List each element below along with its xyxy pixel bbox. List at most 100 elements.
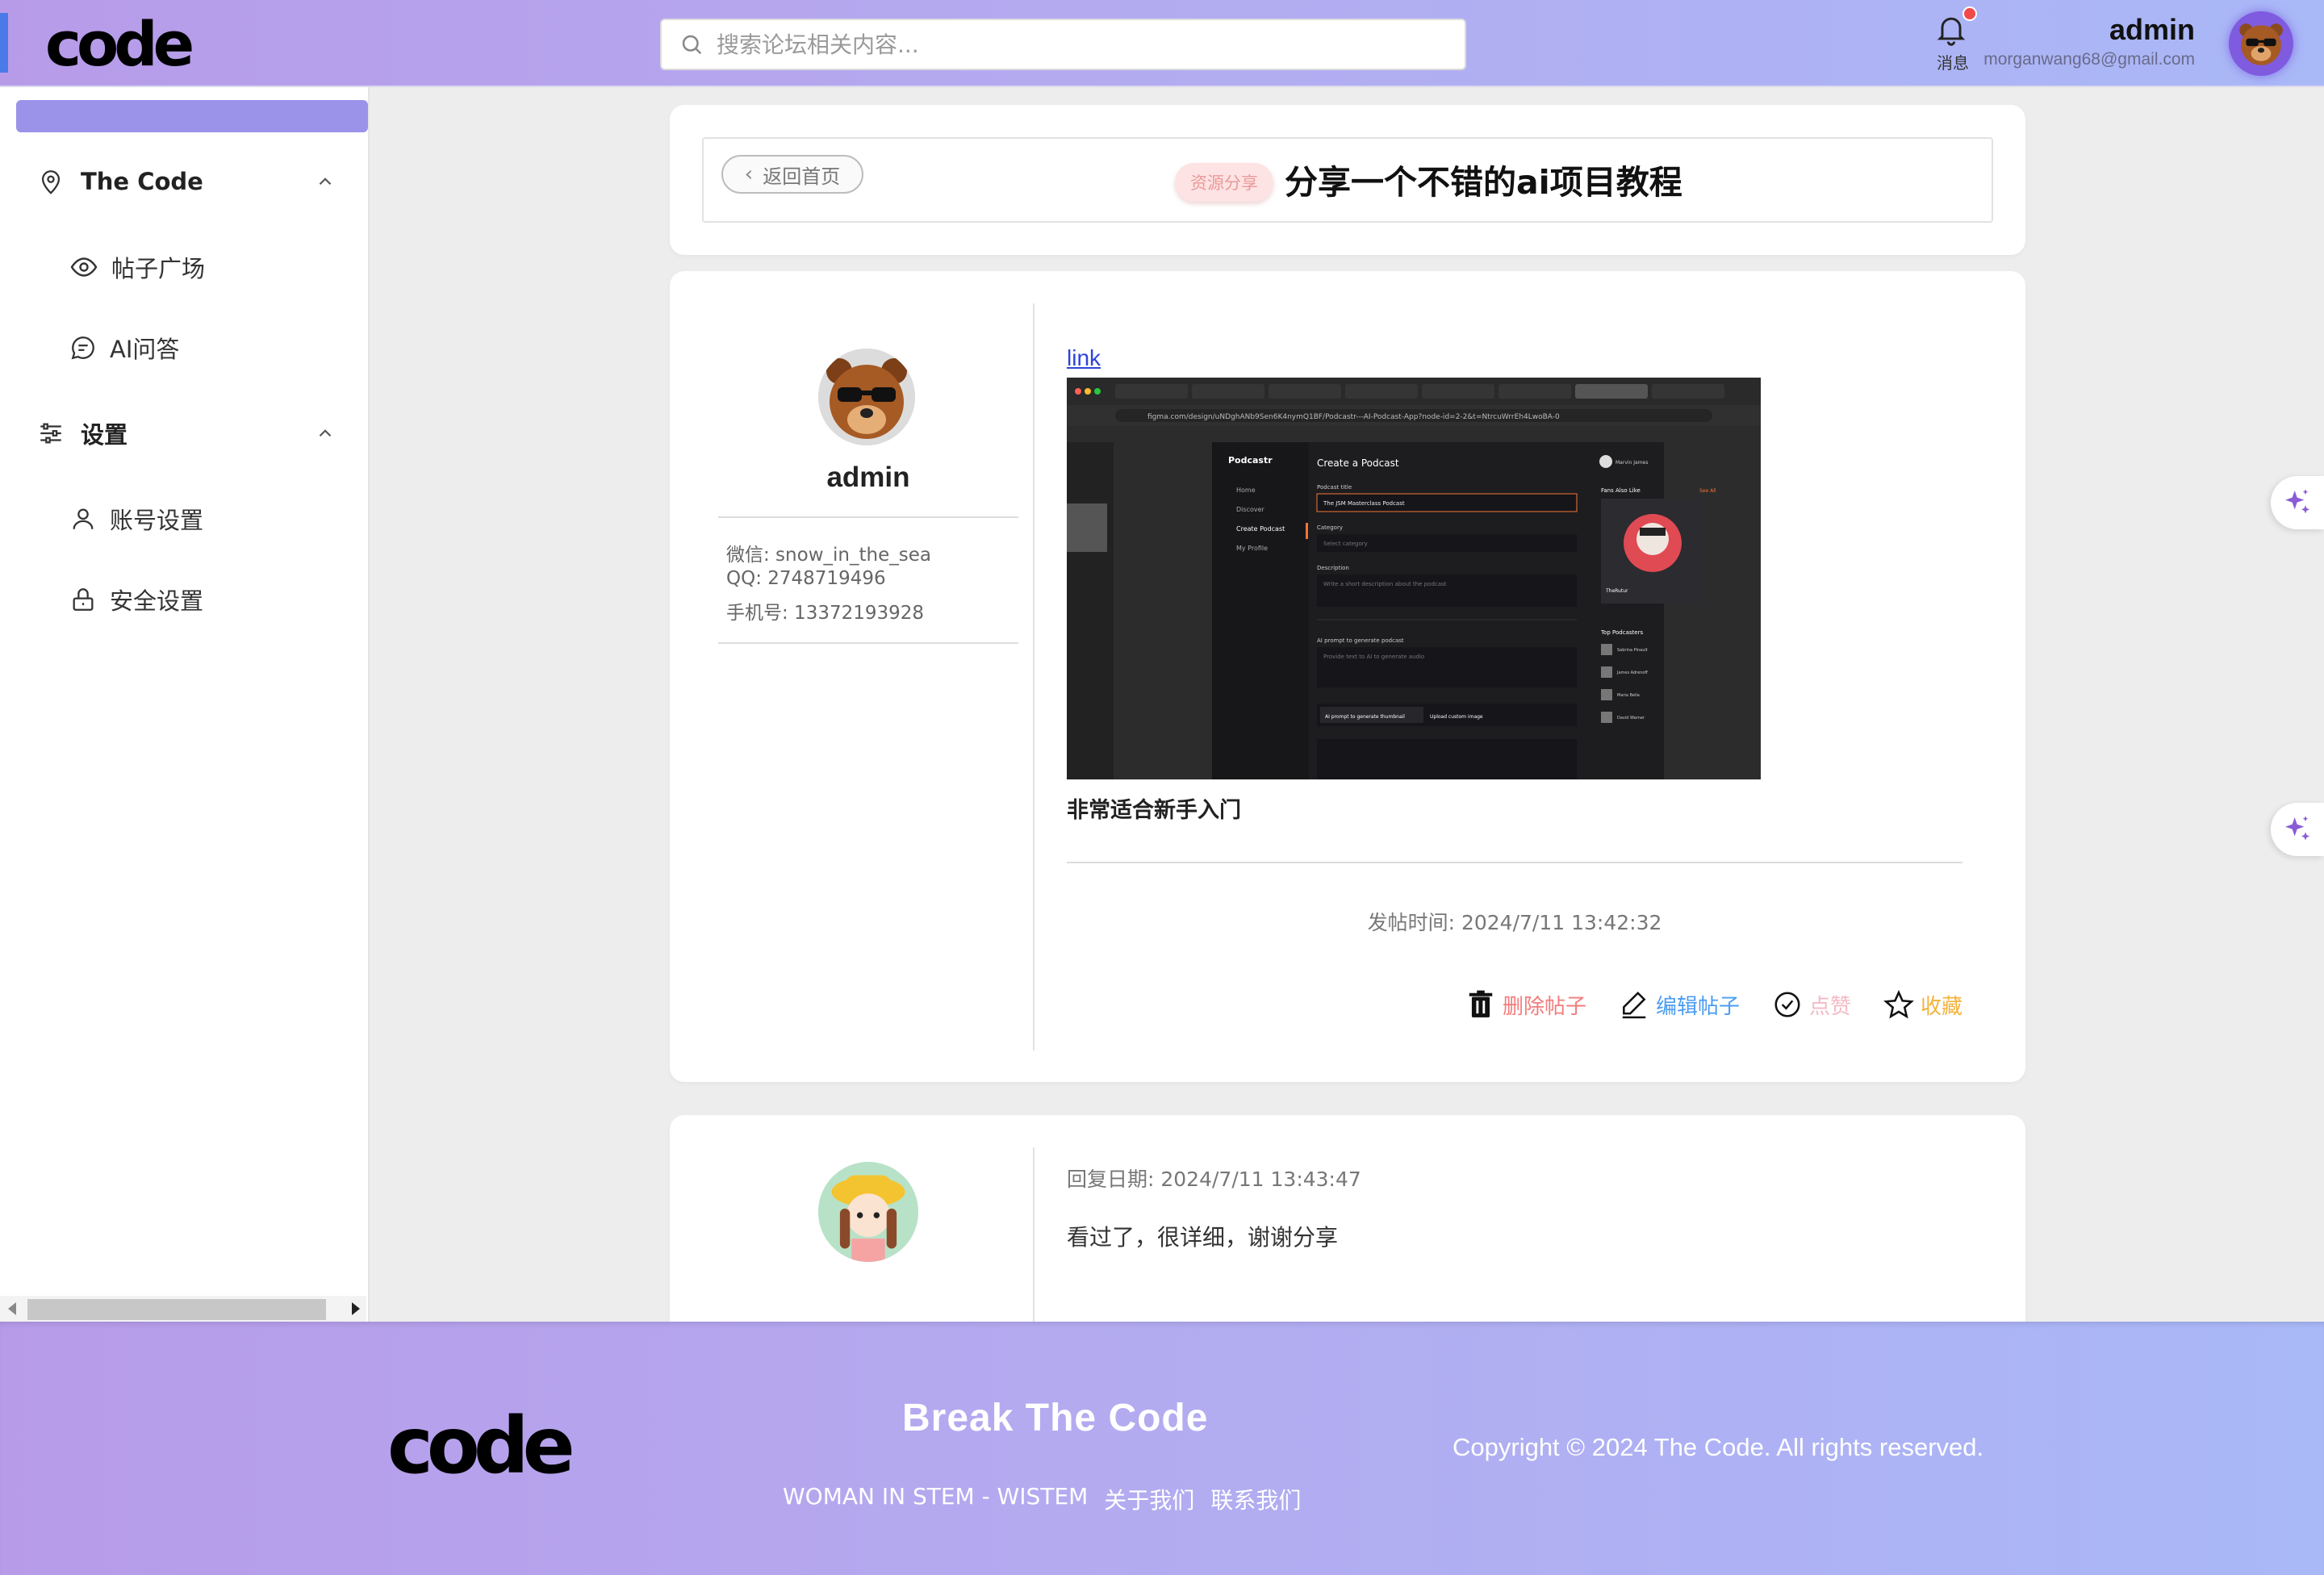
author-qq: QQ: 2748719496 xyxy=(726,568,886,589)
post-column-divider xyxy=(1033,303,1035,1051)
header-user-name[interactable]: admin xyxy=(2109,13,2195,47)
star-icon xyxy=(1883,989,1914,1019)
location-pin-icon xyxy=(41,170,61,194)
post-category-tag[interactable]: 资源分享 xyxy=(1175,163,1273,202)
search-input[interactable] xyxy=(717,31,1427,58)
post-title: 分享一个不错的ai项目教程 xyxy=(1285,163,1682,202)
favorite-button[interactable]: 收藏 xyxy=(1883,989,1962,1020)
screenshot-nav-item: Create Podcast xyxy=(1236,525,1285,533)
ai-assistant-float-button[interactable] xyxy=(2271,476,2324,529)
footer-copyright: Copyright © 2024 The Code. All rights re… xyxy=(1452,1433,1984,1461)
delete-post-label: 删除帖子 xyxy=(1502,994,1586,1019)
sidebar-top-bar xyxy=(16,100,368,132)
sidebar: The Code 帖子广场 AI问答 设置 账号设置 安全设置 xyxy=(0,87,370,1322)
chevron-up-icon[interactable] xyxy=(315,171,336,192)
post-time: 发帖时间: 2024/7/11 13:42:32 xyxy=(1367,911,1662,934)
footer-link-wistem[interactable]: WOMAN IN STEM - WISTEM xyxy=(783,1483,1088,1515)
post-image[interactable]: figma.com/design/uNDghANb9Sen6K4nymQ1BF/… xyxy=(1067,378,1761,779)
footer: code Break The Code WOMAN IN STEM - WIST… xyxy=(0,1322,2324,1575)
screenshot-panel-title: Create a Podcast xyxy=(1317,457,1399,469)
pencil-icon xyxy=(1622,991,1646,1019)
sidebar-item-account-settings[interactable]: 账号设置 xyxy=(69,499,203,539)
footer-link-contact[interactable]: 联系我们 xyxy=(1210,1483,1301,1515)
sidebar-group-the-code[interactable]: The Code xyxy=(37,161,336,202)
sidebar-item-post-plaza[interactable]: 帖子广场 xyxy=(69,247,205,287)
footer-logo[interactable]: code xyxy=(387,1401,575,1491)
sidebar-item-security-settings[interactable]: 安全设置 xyxy=(69,579,203,620)
eye-icon xyxy=(70,257,98,277)
reply-author-avatar[interactable] xyxy=(818,1162,918,1262)
screenshot-top-title: Top Podcasters xyxy=(1600,629,1643,636)
screenshot-nav-item: My Profile xyxy=(1236,545,1268,552)
favorite-label: 收藏 xyxy=(1920,994,1962,1019)
check-circle-icon xyxy=(1774,992,1800,1017)
sidebar-item-label: 账号设置 xyxy=(110,507,204,534)
bear-avatar-icon xyxy=(818,349,915,445)
header-avatar[interactable] xyxy=(2229,11,2293,76)
screenshot-featured-name: TheRutur xyxy=(1605,588,1628,594)
screenshot-field-label: AI prompt to generate podcast xyxy=(1317,637,1404,644)
screenshot-brand: Podcastr xyxy=(1228,455,1273,466)
sidebar-group-settings[interactable]: 设置 xyxy=(37,413,336,453)
girl-avatar-icon xyxy=(818,1162,918,1262)
scroll-left-arrow-icon[interactable] xyxy=(8,1302,16,1315)
header-user-email: morganwang68@gmail.com xyxy=(1983,50,2195,69)
chevron-left-icon: ‹ xyxy=(744,162,754,186)
screenshot-see-all: See All xyxy=(1699,488,1716,494)
like-button[interactable]: 点赞 xyxy=(1772,989,1851,1020)
screenshot-field-label: Description xyxy=(1317,565,1349,571)
sidebar-item-label: 安全设置 xyxy=(110,587,204,615)
author-name[interactable]: admin xyxy=(718,462,1018,494)
screenshot-button: Upload custom image xyxy=(1430,714,1483,720)
notification-label[interactable]: 消息 xyxy=(1933,50,1973,73)
post-link[interactable]: link xyxy=(1067,345,1101,371)
edit-post-button[interactable]: 编辑帖子 xyxy=(1619,989,1740,1020)
top-header: code 消息 admin morganwang68@gmail.com xyxy=(0,0,2324,87)
chat-bubble-icon xyxy=(71,336,94,360)
screenshot-top-item: Maria Bella xyxy=(1617,693,1640,698)
sidebar-group-label: 设置 xyxy=(81,421,128,449)
notification-dot xyxy=(1962,6,1977,21)
author-divider xyxy=(718,642,1018,644)
post-title-card: ‹ 返回首页 资源分享 分享一个不错的ai项目教程 xyxy=(670,105,2025,255)
author-avatar[interactable] xyxy=(818,349,915,445)
search-icon xyxy=(682,35,702,55)
screenshot-nav-item: Home xyxy=(1236,487,1256,494)
search-box[interactable] xyxy=(660,19,1466,70)
user-icon xyxy=(73,508,94,529)
ai-assistant-float-button[interactable] xyxy=(2271,803,2324,856)
screenshot-field-label: Category xyxy=(1317,524,1343,531)
back-home-label: 返回首页 xyxy=(763,165,841,188)
sliders-icon xyxy=(40,423,61,444)
sidebar-item-label: AI问答 xyxy=(110,336,180,363)
reply-card: 回复日期: 2024/7/11 13:43:47 看过了，很详细，谢谢分享 xyxy=(670,1115,2025,1322)
figma-design-screenshot: figma.com/design/uNDghANb9Sen6K4nymQ1BF/… xyxy=(1067,378,1761,779)
post-card: admin 微信: snow_in_the_sea QQ: 2748719496… xyxy=(670,271,2025,1082)
reply-date: 回复日期: 2024/7/11 13:43:47 xyxy=(1067,1168,1361,1191)
post-title-bar: ‹ 返回首页 资源分享 分享一个不错的ai项目教程 xyxy=(702,137,1993,223)
notification-bell[interactable] xyxy=(1933,6,1977,47)
edit-post-label: 编辑帖子 xyxy=(1655,994,1740,1019)
sparkle-icon xyxy=(2285,489,2309,514)
screenshot-field-value: The JSM Masterclass Podcast xyxy=(1323,500,1405,507)
scrollbar-thumb[interactable] xyxy=(27,1299,326,1320)
footer-slogan: Break The Code xyxy=(902,1397,1209,1439)
sidebar-horizontal-scrollbar[interactable] xyxy=(0,1296,366,1322)
chevron-up-icon[interactable] xyxy=(315,423,336,444)
screenshot-nav-item: Discover xyxy=(1236,506,1265,513)
post-content: 非常适合新手入门 xyxy=(1067,798,1241,823)
trash-icon xyxy=(1469,990,1493,1017)
scroll-right-arrow-icon[interactable] xyxy=(352,1302,360,1315)
back-home-button[interactable]: ‹ 返回首页 xyxy=(721,155,863,194)
sidebar-item-label: 帖子广场 xyxy=(111,255,206,282)
site-logo[interactable]: code xyxy=(45,8,194,80)
footer-link-about[interactable]: 关于我们 xyxy=(1104,1483,1194,1515)
delete-post-button[interactable]: 删除帖子 xyxy=(1465,989,1586,1020)
sidebar-item-ai-qa[interactable]: AI问答 xyxy=(69,328,179,368)
header-accent-bar xyxy=(0,13,8,73)
screenshot-user: Marvin James xyxy=(1616,460,1648,466)
screenshot-field-value: Write a short description about the podc… xyxy=(1323,581,1447,587)
reply-column-divider xyxy=(1033,1147,1035,1322)
screenshot-field-value: Provide text to AI to generate audio xyxy=(1323,654,1424,660)
lock-icon xyxy=(73,588,94,611)
